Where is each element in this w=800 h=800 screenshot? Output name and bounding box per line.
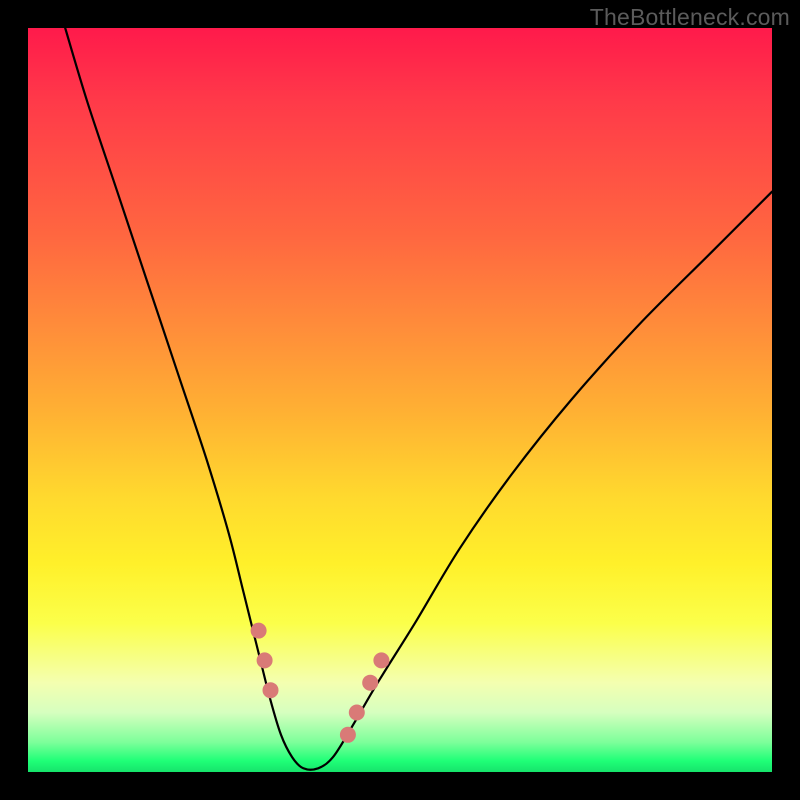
chart-svg [28,28,772,772]
plot-area [28,28,772,772]
marker-dot [263,682,279,698]
data-markers [251,623,390,761]
watermark-text: TheBottleneck.com [590,4,790,31]
marker-dot [340,727,356,743]
bottleneck-curve [65,28,772,770]
marker-dot [257,652,273,668]
marker-dot [362,675,378,691]
outer-frame: TheBottleneck.com [0,0,800,800]
marker-dot [251,623,267,639]
marker-dot [373,652,389,668]
marker-dot [349,705,365,721]
